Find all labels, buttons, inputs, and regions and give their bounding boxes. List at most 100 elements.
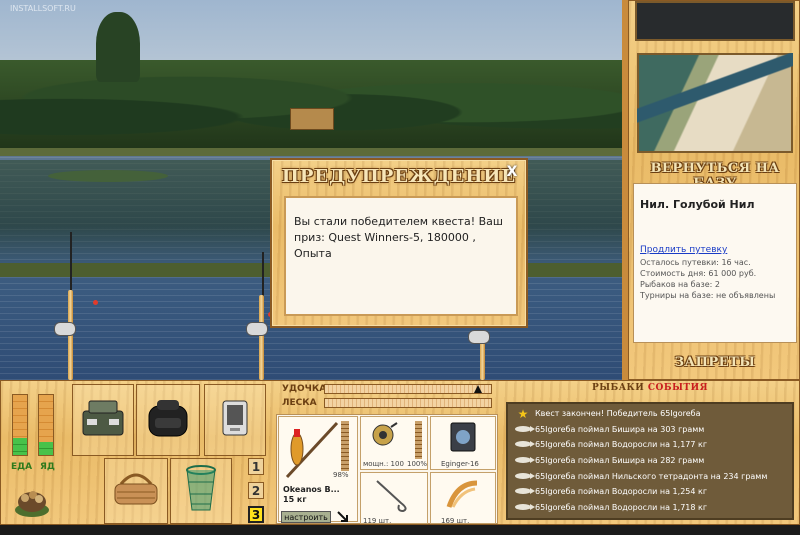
basket-slot[interactable] bbox=[104, 458, 168, 524]
rod-2-reel[interactable] bbox=[246, 322, 268, 336]
rod-percent: 98% bbox=[333, 471, 349, 479]
trip-remaining: Осталось путевки: 16 час. bbox=[640, 258, 751, 267]
event-row: 65Igoreба поймал Нильского тетрадонта на… bbox=[511, 468, 789, 484]
events-tab[interactable]: СОБЫТИЯ bbox=[648, 383, 708, 393]
rod-name: Okeanos B... bbox=[283, 485, 340, 494]
rod-1-reel[interactable] bbox=[54, 322, 76, 336]
groundbait-bag-icon bbox=[12, 480, 52, 522]
bait-gear-slot[interactable]: 169 шт. bbox=[430, 472, 496, 525]
tackle-box-slot[interactable] bbox=[72, 384, 134, 456]
location-map[interactable] bbox=[637, 53, 793, 153]
food-label: ЕДА bbox=[11, 462, 33, 472]
bait-count: 169 шт. bbox=[441, 517, 470, 525]
hook-icon bbox=[376, 480, 407, 513]
shrimp-icon bbox=[446, 480, 478, 508]
food-meter-fill bbox=[13, 438, 27, 455]
drink-meter-fill bbox=[39, 441, 53, 455]
rod-2[interactable] bbox=[259, 295, 264, 380]
rod-1-bell bbox=[93, 300, 98, 305]
event-text: Квест закончен! Победитель 65Igoreба bbox=[535, 409, 701, 419]
event-row: 65Igoreба поймал Бишира на 282 грамм bbox=[511, 453, 789, 469]
rod-float-icon bbox=[285, 421, 339, 479]
rod-tension-marker bbox=[473, 385, 482, 393]
watermark: INSTALLSOFT.RU bbox=[10, 4, 76, 13]
bans-button[interactable]: ЗАПРЕТЫ bbox=[633, 355, 797, 370]
hook-gear-slot[interactable]: 119 шт. bbox=[360, 472, 428, 525]
reel-gear-slot[interactable]: мощн.: 100 100% bbox=[360, 416, 428, 470]
drink-label: ЯД bbox=[40, 462, 55, 472]
line-spool-icon bbox=[450, 422, 476, 452]
events-list[interactable]: ★ Квест закончен! Победитель 65Igoreба 65I… bbox=[506, 402, 794, 520]
fish-icon bbox=[511, 471, 535, 482]
base-info-box: Нил. Голубой Нил Продлить путевку Остало… bbox=[633, 183, 797, 343]
rod-tension-bar bbox=[324, 384, 492, 394]
reel-power: мощн.: 100 bbox=[363, 460, 404, 468]
events-panel: РЫБАКИ СОБЫТИЯ ★ Квест закончен! Победите… bbox=[500, 380, 800, 525]
dialog-message: Вы стали победителем квеста! Ваш приз: Q… bbox=[284, 196, 518, 316]
rod-1-tip bbox=[70, 232, 72, 292]
reel-percent: 100% bbox=[407, 460, 428, 468]
phone-slot[interactable] bbox=[204, 384, 266, 456]
rod-gear-slot[interactable]: 98% Okeanos B... 15 кг настроить bbox=[278, 416, 358, 523]
events-title: РЫБАКИ СОБЫТИЯ bbox=[500, 383, 800, 393]
rod-wear-bar bbox=[341, 421, 349, 471]
fish-icon bbox=[511, 439, 535, 450]
setup-button[interactable]: настроить bbox=[281, 511, 331, 523]
event-row: 65Igoreба поймал Водоросли на 1,177 кг bbox=[511, 437, 789, 453]
top-info-box bbox=[635, 1, 795, 41]
day-cost: Стоимость дня: 61 000 руб. bbox=[640, 269, 757, 278]
rod-3-reel[interactable] bbox=[468, 330, 490, 344]
right-panel: ВЕРНУТЬСЯ НА БАЗУ Нил. Голубой Нил Продл… bbox=[628, 0, 800, 380]
drink-meter bbox=[38, 394, 54, 456]
tournaments-status: Турниры на базе: не объявлены bbox=[640, 291, 776, 300]
rod-slot-2-button[interactable]: 2 bbox=[248, 482, 264, 499]
arrow-icon bbox=[337, 511, 348, 522]
shore-house bbox=[290, 108, 334, 130]
fish-icon bbox=[511, 424, 535, 435]
line-tension-label: ЛЕСКА bbox=[282, 398, 317, 408]
anglers-count: Рыбаков на базе: 2 bbox=[640, 280, 720, 289]
event-text: 65Igoreба поймал Водоросли на 1,718 кг bbox=[535, 502, 708, 512]
river-island bbox=[48, 170, 168, 182]
backpack-slot[interactable] bbox=[136, 384, 200, 456]
event-text: 65Igoreба поймал Бишира на 303 грамм bbox=[535, 424, 705, 434]
warning-dialog: ПРЕДУПРЕЖДЕНИЕ X Вы стали победителем кв… bbox=[270, 158, 528, 328]
reel-wear-bar bbox=[415, 421, 422, 459]
anglers-tab[interactable]: РЫБАКИ bbox=[592, 383, 644, 393]
event-text: 65Igoreба поймал Нильского тетрадонта на… bbox=[535, 471, 768, 481]
event-row: 65Igoreба поймал Водоросли на 1,254 кг bbox=[511, 484, 789, 500]
fish-icon bbox=[511, 455, 535, 466]
dialog-title: ПРЕДУПРЕЖДЕНИЕ bbox=[281, 166, 517, 187]
star-icon: ★ bbox=[517, 406, 529, 421]
basket-icon bbox=[111, 470, 161, 512]
event-row: 65Igoreба поймал Водоросли на 1,718 кг bbox=[511, 500, 789, 516]
event-text: 65Igoreба поймал Бишира на 282 грамм bbox=[535, 456, 705, 466]
extend-trip-link[interactable]: Продлить путевку bbox=[640, 245, 790, 255]
event-row: ★ Квест закончен! Победитель 65Igoreба bbox=[511, 406, 789, 422]
rod-weight: 15 кг bbox=[283, 495, 307, 504]
event-text: 65Igoreба поймал Водоросли на 1,177 кг bbox=[535, 440, 708, 450]
keepnet-icon bbox=[184, 464, 218, 518]
event-row: 65Igoreба поймал Бишира на 303 грамм bbox=[511, 422, 789, 438]
rod-slot-3-button[interactable]: 3 bbox=[248, 506, 264, 523]
close-icon[interactable]: X bbox=[504, 164, 520, 180]
phone-icon bbox=[222, 400, 248, 440]
rod-slot-1-button[interactable]: 1 bbox=[248, 458, 264, 475]
keepnet-slot[interactable] bbox=[170, 458, 232, 524]
tall-tree bbox=[96, 12, 140, 82]
tackle-box-icon bbox=[79, 397, 127, 443]
line-gear-slot[interactable]: Eginger-16 bbox=[430, 416, 496, 470]
backpack-icon bbox=[143, 396, 193, 444]
fish-icon bbox=[511, 486, 535, 497]
food-meter bbox=[12, 394, 28, 456]
line-name: Eginger-16 bbox=[441, 460, 479, 468]
taskbar bbox=[0, 525, 800, 535]
line-tension-bar bbox=[324, 398, 492, 408]
groundbait-bag-slot[interactable] bbox=[10, 480, 54, 522]
base-name: Нил. Голубой Нил bbox=[640, 198, 755, 211]
hook-count: 119 шт. bbox=[363, 517, 392, 525]
event-text: 65Igoreба поймал Водоросли на 1,254 кг bbox=[535, 487, 708, 497]
fish-icon bbox=[511, 502, 535, 513]
rod-2-tip bbox=[262, 252, 264, 297]
reel-icon bbox=[372, 422, 398, 446]
